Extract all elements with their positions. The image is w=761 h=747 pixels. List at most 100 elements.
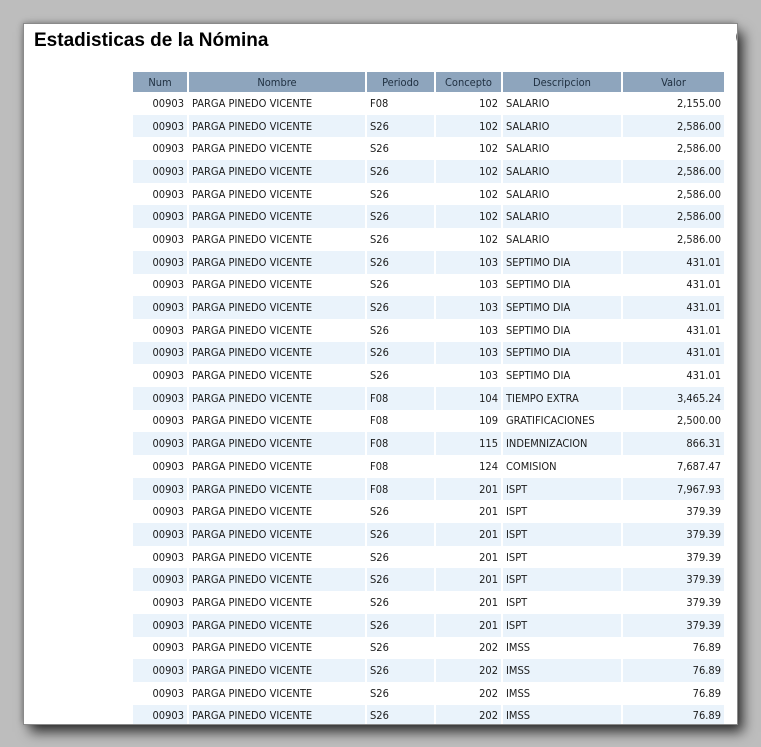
cell-descripcion: SEPTIMO DIA <box>503 364 621 387</box>
table-row[interactable]: 00903 PARGA PINEDO VICENTE F08 104 TIEMPO EX… <box>133 386 724 410</box>
cell-nombre: PARGA PINEDO VICENTE <box>189 318 365 342</box>
table-row[interactable]: 00903 PARGA PINEDO VICENTE S26 201 ISPT 379.3… <box>133 523 724 546</box>
cell-periodo: F08 <box>367 455 434 478</box>
table-row[interactable]: 00903 PARGA PINEDO VICENTE S26 201 ISPT 379.3… <box>133 568 724 592</box>
cell-valor: 2,586.00 <box>623 182 724 206</box>
page-title: Estadisticas de la Nómina <box>34 30 269 51</box>
cell-descripcion: GRATIFICACIONES <box>503 409 621 433</box>
cell-periodo: S26 <box>367 160 434 183</box>
table-row[interactable]: 00903 PARGA PINEDO VICENTE F08 109 GRATIFICA… <box>133 409 724 433</box>
cell-concepto: 202 <box>436 636 501 660</box>
cell-descripcion: INDEMNIZACION <box>503 432 621 455</box>
cell-nombre: PARGA PINEDO VICENTE <box>189 409 365 433</box>
cell-descripcion: ISPT <box>503 613 621 637</box>
cell-num: 00903 <box>133 681 187 705</box>
cell-periodo: S26 <box>367 228 434 251</box>
cell-valor: 7,687.47 <box>623 455 724 478</box>
table-row[interactable]: 00903 PARGA PINEDO VICENTE S26 201 ISPT 379.3… <box>133 545 724 569</box>
cell-valor: 379.39 <box>623 545 724 569</box>
table-row[interactable]: 00903 PARGA PINEDO VICENTE F08 102 SALARIO 2,… <box>133 92 724 115</box>
cell-num: 00903 <box>133 591 187 614</box>
table-row[interactable]: 00903 PARGA PINEDO VICENTE S26 201 ISPT 379.3… <box>133 613 724 637</box>
cell-nombre: PARGA PINEDO VICENTE <box>189 636 365 660</box>
table-row[interactable]: 00903 PARGA PINEDO VICENTE S26 202 IMSS 76.89 <box>133 636 724 660</box>
cell-descripcion: IMSS <box>503 704 621 724</box>
cell-num: 00903 <box>133 500 187 524</box>
cell-valor: 2,586.00 <box>623 114 724 138</box>
cell-valor: 76.89 <box>623 636 724 660</box>
cell-periodo: S26 <box>367 296 434 319</box>
cell-num: 00903 <box>133 250 187 274</box>
cell-nombre: PARGA PINEDO VICENTE <box>189 205 365 229</box>
cell-num: 00903 <box>133 704 187 724</box>
table-row[interactable]: 00903 PARGA PINEDO VICENTE S26 102 SALARIO 2,… <box>133 228 724 251</box>
table-row[interactable]: 00903 PARGA PINEDO VICENTE S26 102 SALARIO 2,… <box>133 114 724 138</box>
cell-nombre: PARGA PINEDO VICENTE <box>189 455 365 478</box>
table-row[interactable]: 00903 PARGA PINEDO VICENTE S26 103 SEPTIMO D… <box>133 318 724 342</box>
table-row[interactable]: 00903 PARGA PINEDO VICENTE F08 201 ISPT 7,967… <box>133 477 724 501</box>
cell-descripcion: SEPTIMO DIA <box>503 296 621 319</box>
cell-nombre: PARGA PINEDO VICENTE <box>189 341 365 365</box>
cell-concepto: 109 <box>436 409 501 433</box>
cell-concepto: 103 <box>436 250 501 274</box>
cell-periodo: S26 <box>367 636 434 660</box>
table-row[interactable]: 00903 PARGA PINEDO VICENTE S26 201 ISPT 379.3… <box>133 591 724 614</box>
cell-valor: 2,500.00 <box>623 409 724 433</box>
column-header-descripcion[interactable]: Descripcion <box>503 72 621 92</box>
column-header-concepto[interactable]: Concepto <box>436 72 501 92</box>
cell-descripcion: ISPT <box>503 568 621 592</box>
cell-descripcion: IMSS <box>503 636 621 660</box>
cell-num: 00903 <box>133 114 187 138</box>
cell-valor: 431.01 <box>623 296 724 319</box>
column-header-periodo[interactable]: Periodo <box>367 72 434 92</box>
cell-nombre: PARGA PINEDO VICENTE <box>189 477 365 501</box>
cell-valor: 76.89 <box>623 704 724 724</box>
cell-valor: 2,586.00 <box>623 228 724 251</box>
cell-num: 00903 <box>133 568 187 592</box>
table-row[interactable]: 00903 PARGA PINEDO VICENTE S26 202 IMSS 76.89 <box>133 681 724 705</box>
cell-nombre: PARGA PINEDO VICENTE <box>189 545 365 569</box>
column-header-valor[interactable]: Valor <box>623 72 724 92</box>
cell-periodo: S26 <box>367 500 434 524</box>
table-row[interactable]: 00903 PARGA PINEDO VICENTE F08 115 INDEMNIZA… <box>133 432 724 455</box>
table-row[interactable]: 00903 PARGA PINEDO VICENTE S26 201 ISPT 379.3… <box>133 500 724 524</box>
cell-num: 00903 <box>133 455 187 478</box>
cell-num: 00903 <box>133 409 187 433</box>
cell-concepto: 102 <box>436 92 501 115</box>
column-header-num[interactable]: Num <box>133 72 187 92</box>
table-row[interactable]: 00903 PARGA PINEDO VICENTE S26 103 SEPTIMO D… <box>133 273 724 297</box>
table-row[interactable]: 00903 PARGA PINEDO VICENTE S26 102 SALARIO 2,… <box>133 160 724 183</box>
cell-descripcion: ISPT <box>503 591 621 614</box>
cell-nombre: PARGA PINEDO VICENTE <box>189 296 365 319</box>
cell-nombre: PARGA PINEDO VICENTE <box>189 182 365 206</box>
table-row[interactable]: 00903 PARGA PINEDO VICENTE S26 103 SEPTIMO D… <box>133 296 724 319</box>
table-row[interactable]: 00903 PARGA PINEDO VICENTE F08 124 COMISION 7… <box>133 455 724 478</box>
table-row[interactable]: 00903 PARGA PINEDO VICENTE S26 103 SEPTIMO D… <box>133 250 724 274</box>
table-row[interactable]: 00903 PARGA PINEDO VICENTE S26 102 SALARIO 2,… <box>133 182 724 206</box>
cell-concepto: 115 <box>436 432 501 455</box>
cell-descripcion: ISPT <box>503 523 621 546</box>
table-row[interactable]: 00903 PARGA PINEDO VICENTE S26 202 IMSS 76.89 <box>133 659 724 682</box>
cell-descripcion: SALARIO <box>503 228 621 251</box>
cell-descripcion: IMSS <box>503 681 621 705</box>
cell-periodo: F08 <box>367 409 434 433</box>
table-row[interactable]: 00903 PARGA PINEDO VICENTE S26 103 SEPTIMO D… <box>133 341 724 365</box>
table-body: 00903 PARGA PINEDO VICENTE F08 102 SALARIO 2,… <box>133 92 724 724</box>
cell-nombre: PARGA PINEDO VICENTE <box>189 386 365 410</box>
table-row[interactable]: 00903 PARGA PINEDO VICENTE S26 102 SALARIO 2,… <box>133 205 724 229</box>
cell-num: 00903 <box>133 160 187 183</box>
cell-periodo: S26 <box>367 182 434 206</box>
table-row[interactable]: 00903 PARGA PINEDO VICENTE S26 202 IMSS 76.89 <box>133 704 724 724</box>
cell-periodo: S26 <box>367 659 434 682</box>
cell-num: 00903 <box>133 364 187 387</box>
column-header-nombre[interactable]: Nombre <box>189 72 365 92</box>
table-row[interactable]: 00903 PARGA PINEDO VICENTE S26 102 SALARIO 2,… <box>133 137 724 161</box>
cell-concepto: 201 <box>436 545 501 569</box>
cell-valor: 3,465.24 <box>623 386 724 410</box>
cell-num: 00903 <box>133 228 187 251</box>
cell-valor: 379.39 <box>623 500 724 524</box>
cell-concepto: 103 <box>436 273 501 297</box>
table-row[interactable]: 00903 PARGA PINEDO VICENTE S26 103 SEPTIMO D… <box>133 364 724 387</box>
cell-descripcion: TIEMPO EXTRA <box>503 386 621 410</box>
cell-nombre: PARGA PINEDO VICENTE <box>189 114 365 138</box>
